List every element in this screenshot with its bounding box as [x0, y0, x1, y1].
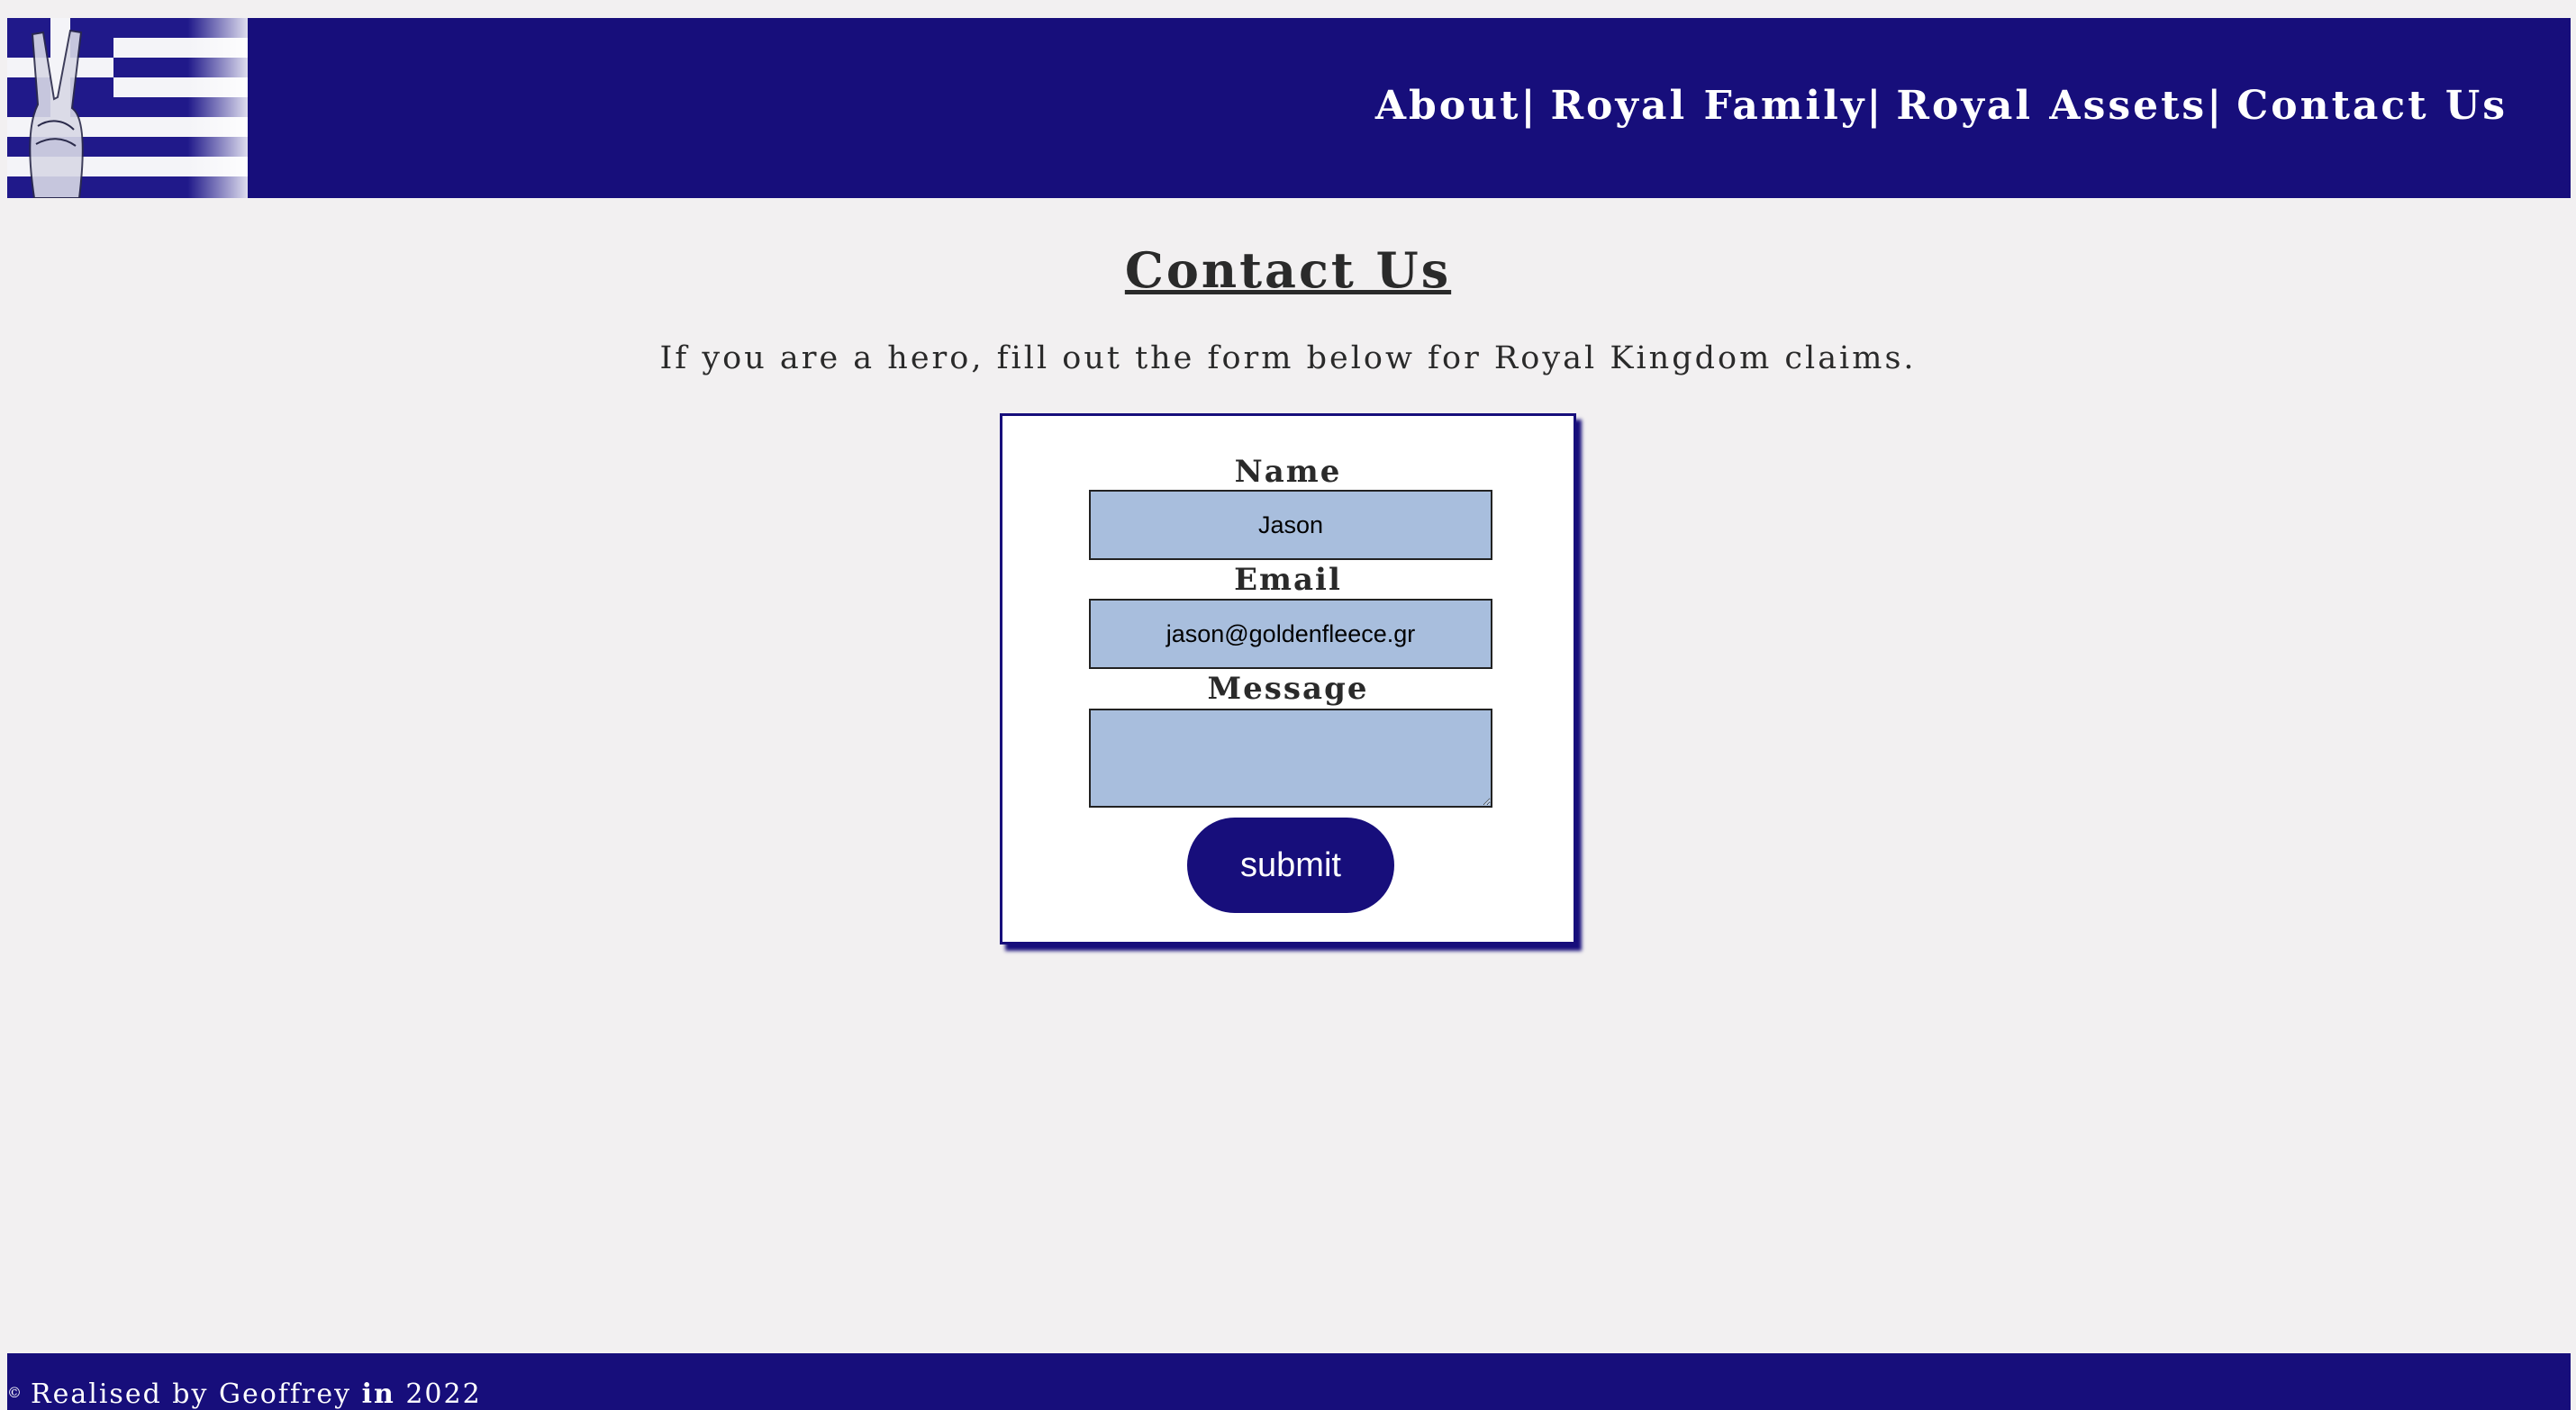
- intro-text: If you are a hero, fill out the form bel…: [659, 340, 1917, 376]
- nav-contact-us[interactable]: Contact Us: [2236, 83, 2508, 129]
- site-footer: © Realised by Geoffrey in 2022: [7, 1353, 2571, 1410]
- copyright-symbol: ©: [7, 1384, 23, 1401]
- footer-year: 2022: [405, 1378, 482, 1410]
- submit-button[interactable]: submit: [1187, 818, 1394, 913]
- nav-separator: |: [2207, 83, 2225, 129]
- flag-logo-image: [7, 18, 248, 198]
- name-field[interactable]: [1089, 490, 1492, 560]
- page-title: Contact Us: [1124, 241, 1452, 299]
- footer-in: in: [361, 1378, 395, 1410]
- nav-separator: |: [1866, 83, 1884, 129]
- contact-form: Name Email Message submit: [1000, 413, 1576, 945]
- footer-credit: Realised by Geoffrey: [31, 1378, 352, 1410]
- site-header: About | Royal Family | Royal Assets | Co…: [7, 18, 2571, 198]
- nav-royal-assets[interactable]: Royal Assets: [1896, 83, 2207, 129]
- nav-about[interactable]: About: [1375, 83, 1521, 129]
- message-label: Message: [1207, 671, 1369, 707]
- name-label: Name: [1234, 454, 1342, 490]
- greek-flag-peace-hand-logo[interactable]: [7, 18, 248, 198]
- main-nav: About | Royal Family | Royal Assets | Co…: [1375, 83, 2508, 129]
- email-label: Email: [1234, 562, 1342, 598]
- message-field[interactable]: [1089, 709, 1492, 808]
- email-field[interactable]: [1089, 599, 1492, 669]
- nav-royal-family[interactable]: Royal Family: [1550, 83, 1866, 129]
- nav-separator: |: [1520, 83, 1538, 129]
